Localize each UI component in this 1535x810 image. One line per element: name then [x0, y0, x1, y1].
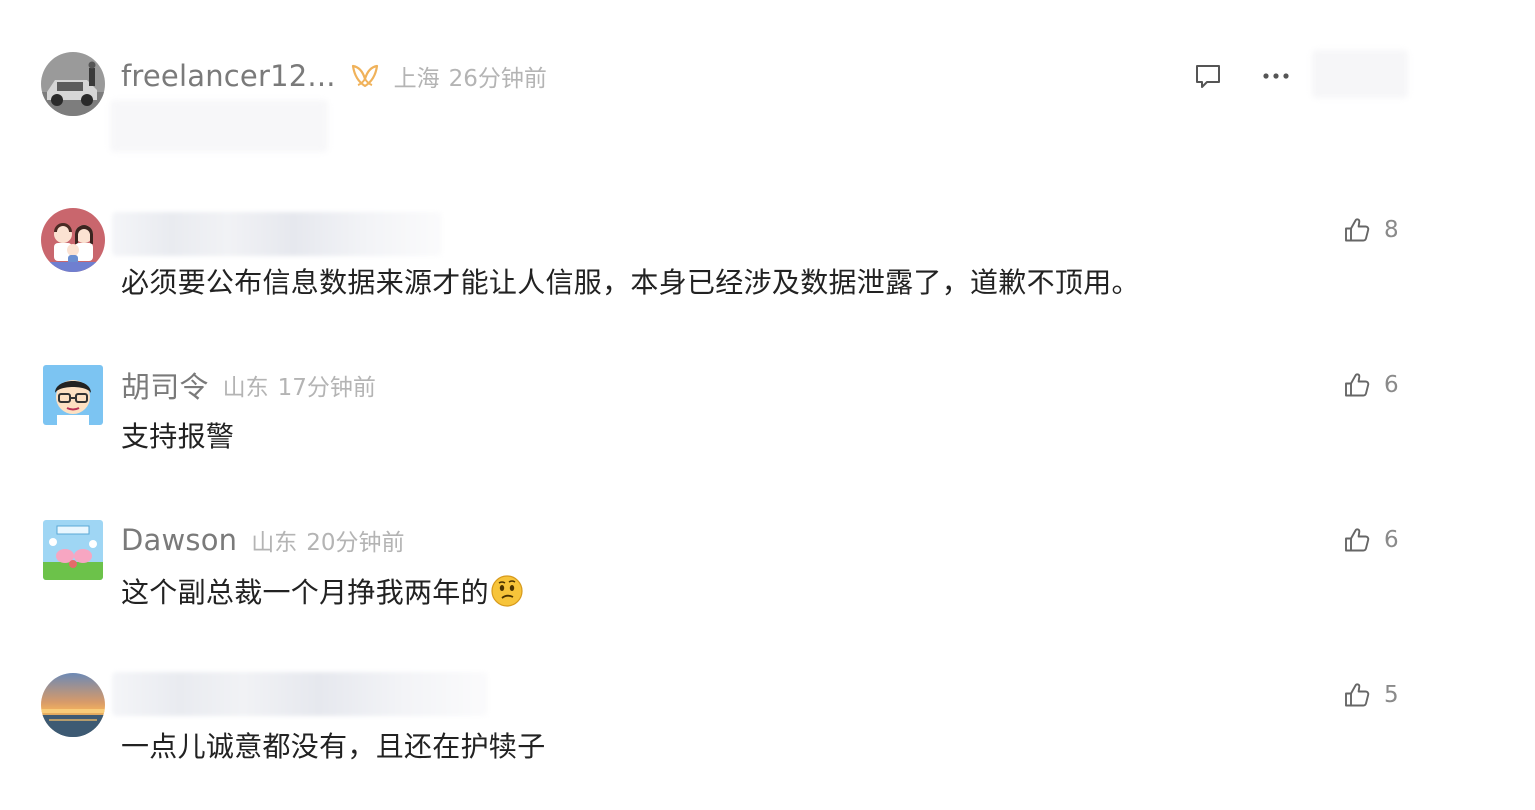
- avatar[interactable]: [43, 365, 103, 425]
- location: 山东: [251, 530, 298, 556]
- comment-header: Dawson 山东 20分钟前: [121, 520, 405, 560]
- redacted-button[interactable]: [1312, 50, 1408, 98]
- username[interactable]: Dawson: [121, 523, 237, 557]
- avatar[interactable]: [43, 520, 103, 580]
- username[interactable]: freelancer12...: [121, 59, 336, 93]
- location: 上海: [393, 66, 440, 92]
- comment-text: 支持报警: [121, 420, 235, 453]
- username-redacted: [112, 672, 488, 716]
- like-button[interactable]: 5: [1343, 678, 1399, 712]
- like-button[interactable]: 6: [1343, 368, 1399, 402]
- timestamp: 17分钟前: [277, 375, 376, 401]
- thumbs-up-icon: [1343, 371, 1371, 399]
- thinking-face-emoji-icon: [490, 574, 524, 608]
- comment-text: 必须要公布信息数据来源才能让人信服，本身已经涉及数据泄露了，道歉不顶用。: [121, 266, 1140, 299]
- comment-text-body: 这个副总裁一个月挣我两年的: [121, 576, 489, 609]
- thumbs-up-icon: [1343, 216, 1371, 244]
- thumbs-up-icon: [1343, 526, 1371, 554]
- thumbs-up-icon: [1343, 681, 1371, 709]
- timestamp: 26分钟前: [448, 66, 547, 92]
- comment-header: 胡司令 山东 17分钟前: [121, 365, 376, 405]
- comment-text: 一点儿诚意都没有，且还在护犊子: [121, 730, 546, 763]
- redacted-content: [110, 100, 328, 152]
- comment-header: freelancer12... 上海 26分钟前: [121, 56, 547, 96]
- username[interactable]: 胡司令: [121, 364, 209, 406]
- comment-text: 这个副总裁一个月挣我两年的: [121, 571, 524, 611]
- like-count: 6: [1384, 527, 1399, 553]
- like-count: 6: [1384, 372, 1399, 398]
- vip-badge-icon: [350, 63, 380, 89]
- like-button[interactable]: 6: [1343, 523, 1399, 557]
- avatar[interactable]: [41, 673, 105, 737]
- avatar[interactable]: [41, 208, 105, 272]
- comment-icon[interactable]: [1191, 59, 1225, 93]
- timestamp: 20分钟前: [306, 530, 405, 556]
- location: 山东: [222, 375, 269, 401]
- like-count: 8: [1384, 217, 1399, 243]
- username-redacted: [112, 212, 442, 256]
- like-button[interactable]: 8: [1343, 213, 1399, 247]
- like-count: 5: [1384, 682, 1399, 708]
- avatar[interactable]: [41, 52, 105, 116]
- more-icon[interactable]: [1259, 59, 1293, 93]
